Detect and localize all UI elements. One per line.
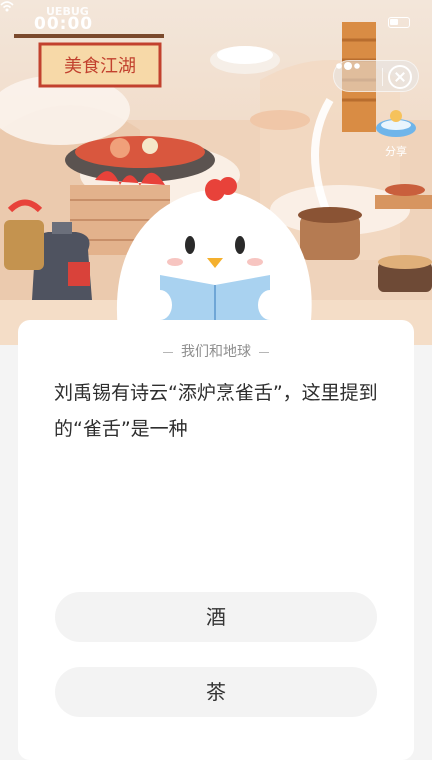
battery-icon — [388, 17, 410, 28]
signal-icon — [0, 1, 14, 12]
category-label: 我们和地球 — [18, 341, 414, 361]
category-line-left — [163, 351, 173, 353]
answer-option-2[interactable]: 茶 — [55, 667, 377, 717]
mini-program-capsule — [333, 60, 419, 92]
category-text: 我们和地球 — [181, 344, 251, 360]
hero-illustration: 美食江湖 UEBUG 00:00 分享 — [0, 0, 432, 345]
question-text: 刘禹锡有诗云“添炉烹雀舌”，这里提到的“雀舌”是一种 — [54, 382, 378, 440]
close-icon[interactable] — [388, 65, 412, 89]
capsule-divider — [382, 68, 383, 86]
share-button[interactable]: 分享 — [372, 106, 420, 158]
sign-text: 美食江湖 — [64, 56, 136, 77]
status-bar: UEBUG 00:00 — [0, 0, 432, 40]
category-line-right — [259, 351, 269, 353]
question-card: 我们和地球 刘禹锡有诗云“添炉烹雀舌”，这里提到的“雀舌”是一种 酒 茶 — [18, 320, 414, 760]
more-dots-icon[interactable] — [334, 61, 362, 71]
answer-option-1[interactable]: 酒 — [55, 592, 377, 642]
share-label: 分享 — [385, 145, 407, 158]
status-time: 00:00 — [34, 14, 94, 34]
share-icon — [376, 110, 416, 137]
